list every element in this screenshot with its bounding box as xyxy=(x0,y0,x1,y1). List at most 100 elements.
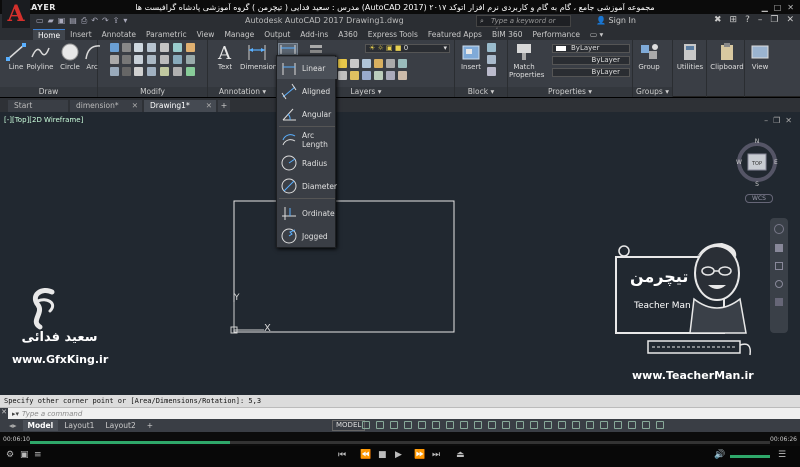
player-next-icon[interactable]: ⏭ xyxy=(432,450,440,460)
player-rewind-icon[interactable]: ⏪ xyxy=(360,450,371,460)
circle-tool[interactable]: Circle xyxy=(56,42,84,71)
layer-delete-icon[interactable] xyxy=(374,71,383,80)
trim-icon[interactable] xyxy=(160,43,169,52)
player-forward-icon[interactable]: ⏩ xyxy=(414,450,425,460)
polyline-tool[interactable]: Polyline xyxy=(26,42,54,71)
move-icon[interactable] xyxy=(134,43,143,52)
layout-tab-layout1[interactable]: Layout1 xyxy=(59,420,99,431)
stretch-icon[interactable] xyxy=(134,67,143,76)
mirror-icon[interactable] xyxy=(147,55,156,64)
restore-icon[interactable]: ❐ xyxy=(770,15,778,25)
lineweight-dropdown[interactable]: ByLayer xyxy=(552,56,630,65)
viewcube[interactable]: TOP N S W E xyxy=(735,137,780,187)
osnap-tracking-icon[interactable] xyxy=(460,421,468,429)
maximize-icon[interactable]: □ xyxy=(774,3,782,12)
snap-icon[interactable] xyxy=(376,421,384,429)
copy-icon[interactable] xyxy=(134,55,143,64)
close-icon[interactable]: ✕ xyxy=(787,3,794,12)
match-properties-tool[interactable]: Match Properties xyxy=(509,42,544,79)
search-input[interactable]: ⌕Type a keyword or phrase xyxy=(476,15,571,35)
layer-walk-icon[interactable] xyxy=(350,71,359,80)
player-3d-icon[interactable]: ▣ xyxy=(20,450,29,460)
break-icon[interactable] xyxy=(186,67,195,76)
clipboard-tool[interactable]: Clipboard xyxy=(710,42,744,71)
file-tab-start[interactable]: Start xyxy=(8,100,68,112)
fillet-icon[interactable] xyxy=(160,55,169,64)
minimize-icon[interactable]: ▁ xyxy=(762,3,768,12)
player-eject-icon[interactable]: ⏏ xyxy=(456,450,465,460)
isolate-icon[interactable] xyxy=(614,421,622,429)
utilities-tool[interactable]: Utilities xyxy=(675,42,705,71)
save-as-icon[interactable]: ▤ xyxy=(69,16,77,26)
workspace-icon[interactable] xyxy=(544,421,552,429)
ribbon-tab-annotate[interactable]: Annotate xyxy=(97,29,141,40)
isodraft-icon[interactable] xyxy=(446,421,454,429)
scale-icon[interactable] xyxy=(147,67,156,76)
layer-previous-icon[interactable] xyxy=(338,71,347,80)
draw-panel-label[interactable]: Draw xyxy=(0,87,97,97)
showmotion-icon[interactable] xyxy=(775,298,783,306)
array-rect-icon[interactable] xyxy=(160,67,169,76)
layer-match-icon[interactable] xyxy=(386,59,395,68)
layer-isolate-icon[interactable] xyxy=(374,59,383,68)
layer-change-icon[interactable] xyxy=(398,71,407,80)
join-icon[interactable] xyxy=(173,67,182,76)
dim-menu-item-diameter[interactable]: Diameter xyxy=(277,175,337,197)
ribbon-tab-output[interactable]: Output xyxy=(259,29,295,40)
ribbon-tab-featured-apps[interactable]: Featured Apps xyxy=(423,29,487,40)
qat-dropdown-icon[interactable]: ▾ xyxy=(123,16,127,26)
create-block-icon[interactable] xyxy=(487,43,496,52)
annotation-scale-icon[interactable] xyxy=(530,421,538,429)
command-input[interactable]: Type a command xyxy=(22,410,82,418)
file-tab-dimension[interactable]: dimension* ✕ xyxy=(70,100,142,112)
transparency-icon[interactable] xyxy=(502,421,510,429)
ortho-icon[interactable] xyxy=(418,421,426,429)
navigation-bar[interactable] xyxy=(770,218,788,333)
undo-icon[interactable]: ↶ xyxy=(91,16,98,26)
hardware-accel-icon[interactable] xyxy=(628,421,636,429)
add-layout-button[interactable]: + xyxy=(142,420,158,431)
pan-icon[interactable] xyxy=(775,244,783,252)
command-prompt-icon[interactable]: ▸▾ xyxy=(8,410,22,418)
player-progress-bar[interactable] xyxy=(30,441,770,444)
layer-dropdown[interactable]: ☀ ☼ ▣ ■ 0 ▾ xyxy=(365,44,450,53)
group-tool[interactable]: Group xyxy=(635,42,663,71)
file-tab-drawing1[interactable]: Drawing1* ✕ xyxy=(144,100,216,112)
sign-in-button[interactable]: 👤 Sign In xyxy=(596,16,636,25)
customize-icon[interactable] xyxy=(656,421,664,429)
player-volume-icon[interactable]: 🔊 xyxy=(714,450,725,460)
explode-icon[interactable] xyxy=(186,43,195,52)
ribbon-tab-home[interactable]: Home xyxy=(33,29,66,40)
new-tab-button[interactable]: + xyxy=(218,100,230,112)
polar-icon[interactable] xyxy=(432,421,440,429)
layer-freeze-icon[interactable] xyxy=(338,59,347,68)
ribbon-tab-add-ins[interactable]: Add-ins xyxy=(295,29,333,40)
rotate-icon[interactable] xyxy=(147,43,156,52)
view-tool[interactable]: View xyxy=(746,42,774,71)
player-settings-icon[interactable]: ⚙ xyxy=(6,450,14,460)
layer-lock-icon[interactable] xyxy=(362,59,371,68)
model-space-button[interactable]: MODEL xyxy=(332,420,366,431)
layout-tab-model[interactable]: Model xyxy=(22,420,59,431)
dimension-tool[interactable]: Dimension xyxy=(240,42,277,71)
dim-menu-item-arc-length[interactable]: Arc Length xyxy=(277,129,337,151)
dim-menu-item-linear[interactable]: Linear xyxy=(277,57,337,79)
layer-state-icon[interactable] xyxy=(398,59,407,68)
dim-menu-item-radius[interactable]: Radius xyxy=(277,152,337,174)
offset-icon[interactable] xyxy=(173,55,182,64)
insert-tool[interactable]: Insert xyxy=(457,42,485,71)
layer-merge-icon[interactable] xyxy=(362,71,371,80)
erase-icon[interactable] xyxy=(173,43,182,52)
text-tool[interactable]: A Text xyxy=(211,42,239,71)
dim-menu-item-jogged[interactable]: Jogged xyxy=(277,225,337,247)
edit-block-icon[interactable] xyxy=(487,55,496,64)
selection-cycling-icon[interactable] xyxy=(516,421,524,429)
wcs-menu[interactable]: WCS xyxy=(745,194,773,203)
wrench-icon[interactable]: ✕ xyxy=(0,407,8,420)
ribbon-tab-bim-360[interactable]: BIM 360 xyxy=(487,29,528,40)
player-prev-icon[interactable]: ⏮ xyxy=(338,450,346,460)
dim-menu-item-aligned[interactable]: Aligned xyxy=(277,80,337,102)
player-subtitle-icon[interactable]: ≡ xyxy=(34,450,42,460)
cart-icon[interactable]: ⊞ xyxy=(730,15,738,25)
ribbon-more-icon[interactable]: ▭ ▾ xyxy=(585,29,608,40)
